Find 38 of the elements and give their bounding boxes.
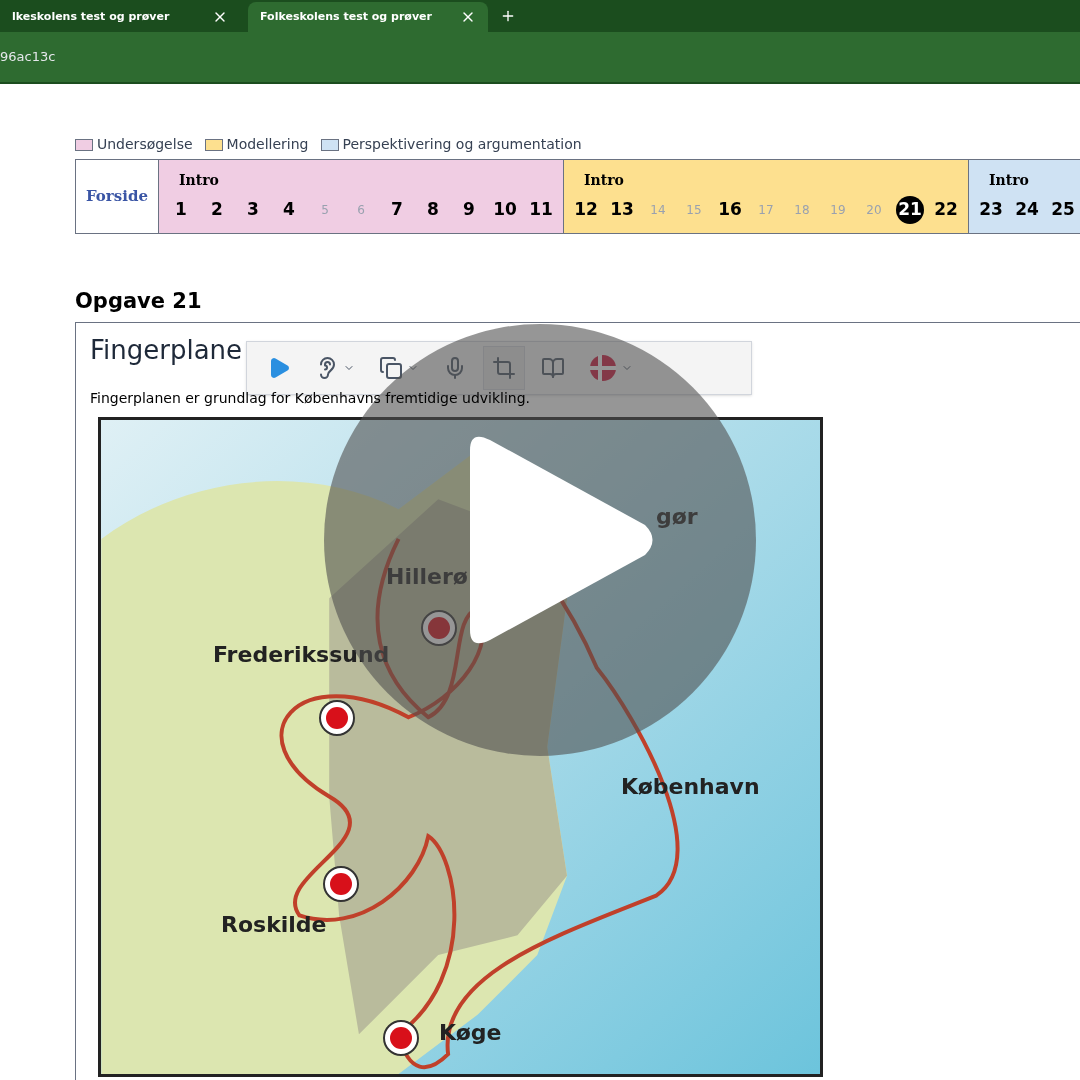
danish-flag-icon	[589, 353, 617, 382]
task-number[interactable]: 12	[572, 196, 600, 224]
legend-label: Modellering	[226, 135, 309, 154]
task-number[interactable]: 24	[1013, 196, 1041, 224]
new-tab-icon[interactable]	[500, 8, 516, 24]
task-number[interactable]: 25	[1049, 196, 1077, 224]
city-label: gør	[656, 502, 698, 531]
task-number[interactable]: 9	[455, 196, 483, 224]
task-number[interactable]: 21	[896, 196, 924, 224]
city-label: Roskilde	[221, 910, 327, 939]
book-icon	[541, 355, 565, 380]
task-number[interactable]: 11	[527, 196, 555, 224]
city-label: Hillerø	[386, 562, 468, 591]
task-title: Fingerplane	[90, 333, 243, 367]
task-number[interactable]: 4	[275, 196, 303, 224]
browser-tab[interactable]: Folkeskolens test og prøver	[248, 2, 488, 32]
task-number[interactable]: 13	[608, 196, 636, 224]
task-number[interactable]: 22	[932, 196, 960, 224]
intro-link[interactable]: Intro	[584, 172, 624, 188]
browser-tab[interactable]: lkeskolens test og prøver	[0, 2, 240, 32]
task-number[interactable]: 2	[203, 196, 231, 224]
task-number[interactable]: 23	[977, 196, 1005, 224]
task-number[interactable]: 7	[383, 196, 411, 224]
intro-link[interactable]: Intro	[989, 172, 1029, 188]
task-number[interactable]: 1	[167, 196, 195, 224]
task-heading: Opgave 21	[75, 288, 203, 315]
task-number[interactable]: 16	[716, 196, 744, 224]
address-text[interactable]: 96ac13c	[0, 47, 56, 67]
legend-label: Undersøgelse	[97, 135, 193, 154]
copy-icon	[379, 355, 403, 380]
legend-label: Perspektivering og argumentation	[342, 135, 582, 154]
task-number[interactable]: 10	[491, 196, 519, 224]
task-number[interactable]: 3	[239, 196, 267, 224]
crop-icon	[492, 355, 516, 380]
task-text: Fingerplanen er grundlag for Københavns fremtidige udvikling.	[90, 388, 531, 408]
home-link[interactable]: Forside	[86, 185, 148, 208]
task-number[interactable]: 8	[419, 196, 447, 224]
intro-link[interactable]: Intro	[179, 172, 219, 188]
